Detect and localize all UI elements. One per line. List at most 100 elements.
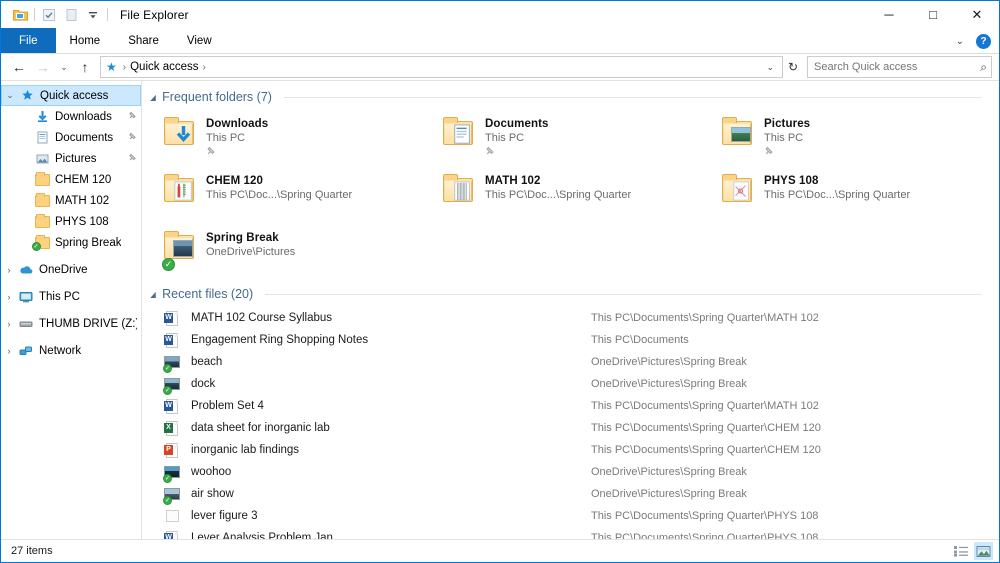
pin-icon[interactable] <box>206 146 268 159</box>
collapse-triangle-icon[interactable]: ◢ <box>150 93 156 102</box>
search-box[interactable]: ⌕ <box>807 56 992 78</box>
customize-dropdown-icon[interactable] <box>82 4 104 26</box>
sidebar-item-pictures[interactable]: Pictures <box>1 148 141 169</box>
collapse-triangle-icon[interactable]: ◢ <box>150 290 156 299</box>
maximize-button[interactable]: □ <box>911 1 955 28</box>
frequent-folder-pictures[interactable]: Pictures This PC <box>720 112 999 169</box>
tab-share[interactable]: Share <box>114 28 173 54</box>
tab-view[interactable]: View <box>173 28 226 54</box>
chevron-down-icon[interactable]: ⌄ <box>762 62 780 73</box>
frequent-folders-title: Frequent folders (7) <box>162 90 272 104</box>
frequent-folder-path: This PC <box>485 132 549 144</box>
tab-file[interactable]: File <box>1 28 56 54</box>
frequent-folder-documents[interactable]: Documents This PC <box>441 112 720 169</box>
frequent-folder-downloads[interactable]: Downloads This PC <box>162 112 441 169</box>
sidebar-item-this-pc[interactable]: › This PC <box>1 286 141 307</box>
pin-icon[interactable] <box>128 153 137 164</box>
pin-icon[interactable] <box>128 132 137 143</box>
breadcrumb[interactable]: ★ › Quick access › ⌄ <box>100 56 783 78</box>
tab-home[interactable]: Home <box>56 28 115 54</box>
pin-icon[interactable] <box>485 146 549 159</box>
frequent-folder-spring-break[interactable]: ✓ Spring Break OneDrive\Pictures <box>162 226 441 283</box>
file-path: This PC\Documents\Spring Quarter\CHEM 12… <box>591 422 821 434</box>
sidebar-item-documents[interactable]: Documents <box>1 127 141 148</box>
sidebar-item-math-102[interactable]: MATH 102 <box>1 190 141 211</box>
file-path: This PC\Documents\Spring Quarter\MATH 10… <box>591 400 819 412</box>
chevron-down-icon[interactable]: ⌄ <box>2 90 18 101</box>
frequent-folder-phys-108[interactable]: PHYS 108 This PC\Doc...\Spring Quarter <box>720 169 999 226</box>
chevron-down-icon[interactable]: ⌄ <box>951 36 969 47</box>
search-input[interactable] <box>814 61 977 73</box>
list-item[interactable]: W Lever Analysis Problem Jan This PC\Doc… <box>142 527 999 539</box>
folder-icon[interactable] <box>9 4 31 26</box>
sidebar-item-onedrive[interactable]: › OneDrive <box>1 259 141 280</box>
pin-icon[interactable] <box>764 146 810 159</box>
pictures-icon <box>33 152 51 165</box>
file-name: Engagement Ring Shopping Notes <box>191 334 591 346</box>
minimize-button[interactable]: ─ <box>867 1 911 28</box>
list-item[interactable]: P inorganic lab findings This PC\Documen… <box>142 439 999 461</box>
sidebar-item-label: PHYS 108 <box>55 216 109 228</box>
ribbon-tab-bar: File Home Share View ⌄ ? <box>1 28 999 54</box>
frequent-folder-math-102[interactable]: MATH 102 This PC\Doc...\Spring Quarter <box>441 169 720 226</box>
folder-phys-icon <box>720 172 760 216</box>
details-view-button[interactable] <box>951 542 970 560</box>
breadcrumb-separator-2[interactable]: › <box>199 62 210 73</box>
file-path: This PC\Documents\Spring Quarter\CHEM 12… <box>591 444 821 456</box>
frequent-folder-name: Spring Break <box>206 232 295 244</box>
properties-icon[interactable] <box>38 4 60 26</box>
star-icon: ★ <box>106 60 117 74</box>
sidebar-item-quick-access[interactable]: ⌄ Quick access <box>1 85 141 106</box>
file-name: woohoo <box>191 466 591 478</box>
new-folder-icon[interactable] <box>60 4 82 26</box>
pin-icon[interactable] <box>128 111 137 122</box>
frequent-folder-path: OneDrive\Pictures <box>206 246 295 258</box>
sync-badge-icon: ✓ <box>162 258 175 271</box>
recent-locations-button[interactable]: ⌄ <box>55 56 73 78</box>
chevron-right-icon[interactable]: › <box>1 346 17 356</box>
ribbon-right-controls: ⌄ ? <box>951 28 995 54</box>
breadcrumb-item-quick-access[interactable]: Quick access <box>130 61 198 73</box>
folder-icon <box>33 216 51 228</box>
download-icon <box>33 110 51 123</box>
large-icons-view-button[interactable] <box>974 542 993 560</box>
list-item[interactable]: ✓ dock OneDrive\Pictures\Spring Break <box>142 373 999 395</box>
forward-button[interactable]: → <box>31 56 55 78</box>
sidebar-item-spring-break[interactable]: ✓ Spring Break <box>1 232 141 253</box>
list-item[interactable]: lever figure 3 This PC\Documents\Spring … <box>142 505 999 527</box>
help-icon[interactable]: ? <box>976 34 991 49</box>
sidebar-item-downloads[interactable]: Downloads <box>1 106 141 127</box>
list-item[interactable]: ✓ woohoo OneDrive\Pictures\Spring Break <box>142 461 999 483</box>
search-icon[interactable]: ⌕ <box>977 60 987 75</box>
recent-files-header[interactable]: ◢ Recent files (20) <box>142 283 999 301</box>
list-item[interactable]: W Engagement Ring Shopping Notes This PC… <box>142 329 999 351</box>
folder-springbreak-icon: ✓ <box>162 229 202 273</box>
sidebar-item-label: Network <box>39 345 81 357</box>
frequent-folder-name: MATH 102 <box>485 175 631 187</box>
frequent-folders-header[interactable]: ◢ Frequent folders (7) <box>142 81 999 104</box>
star-icon <box>18 89 36 102</box>
sidebar-item-chem-120[interactable]: CHEM 120 <box>1 169 141 190</box>
word-file-icon: W <box>164 398 181 415</box>
refresh-icon[interactable]: ↻ <box>783 56 803 78</box>
sidebar-item-thumb-drive[interactable]: › THUMB DRIVE (Z:) <box>1 313 141 334</box>
frequent-folder-text: PHYS 108 This PC\Doc...\Spring Quarter <box>764 172 910 201</box>
list-item[interactable]: W Problem Set 4 This PC\Documents\Spring… <box>142 395 999 417</box>
list-item[interactable]: X data sheet for inorganic lab This PC\D… <box>142 417 999 439</box>
close-button[interactable]: ✕ <box>955 1 999 28</box>
list-item[interactable]: W MATH 102 Course Syllabus This PC\Docum… <box>142 307 999 329</box>
frequent-folder-chem-120[interactable]: CHEM 120 This PC\Doc...\Spring Quarter <box>162 169 441 226</box>
chevron-right-icon[interactable]: › <box>1 292 17 302</box>
sidebar-item-network[interactable]: › Network <box>1 340 141 361</box>
chevron-right-icon[interactable]: › <box>1 319 17 329</box>
list-item[interactable]: ✓ air show OneDrive\Pictures\Spring Brea… <box>142 483 999 505</box>
item-count-label: 27 items <box>11 545 53 557</box>
image-file-icon: ✓ <box>164 354 181 371</box>
sidebar-item-phys-108[interactable]: PHYS 108 <box>1 211 141 232</box>
frequent-folder-name: PHYS 108 <box>764 175 910 187</box>
chevron-right-icon[interactable]: › <box>1 265 17 275</box>
file-name: beach <box>191 356 591 368</box>
back-button[interactable]: ← <box>7 56 31 78</box>
list-item[interactable]: ✓ beach OneDrive\Pictures\Spring Break <box>142 351 999 373</box>
up-button[interactable]: ↑ <box>73 56 97 78</box>
